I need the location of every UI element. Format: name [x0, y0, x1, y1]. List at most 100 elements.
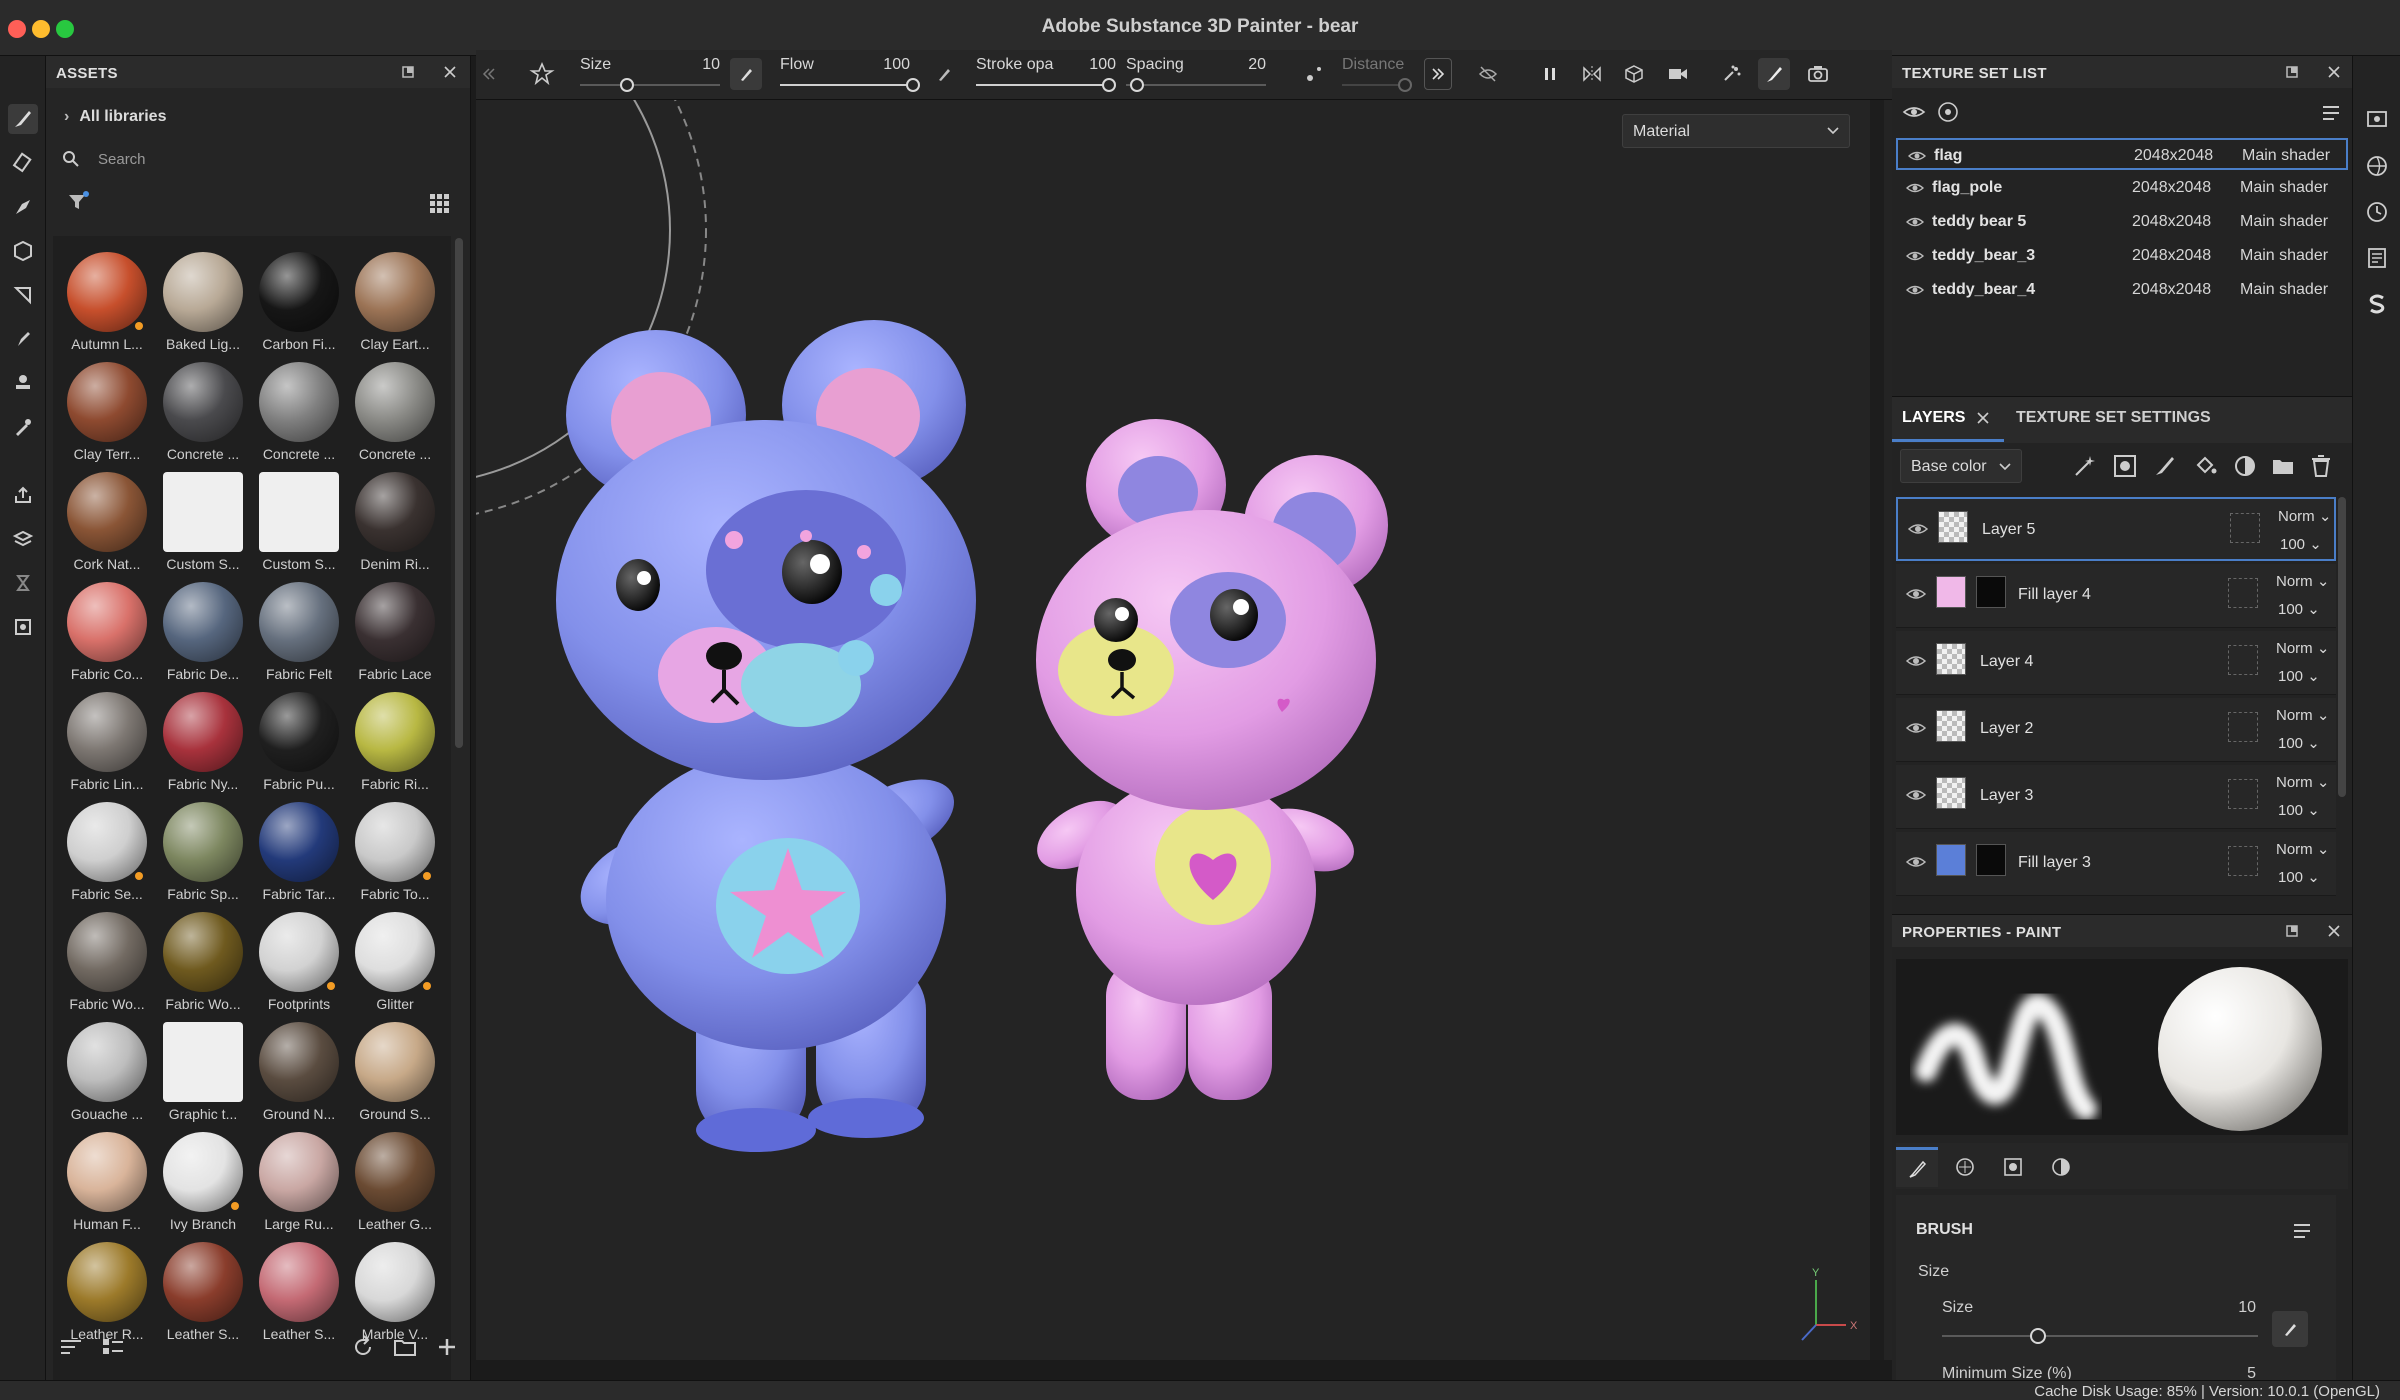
flow-slider[interactable]: Flow 100	[780, 54, 920, 96]
add-smart-material-icon[interactable]	[2232, 453, 2258, 479]
close-panel-icon[interactable]	[2324, 62, 2344, 82]
asset-tile[interactable]: Clay Terr...	[57, 356, 153, 466]
asset-tile[interactable]: Fabric Se...	[57, 796, 153, 906]
export-icon[interactable]	[8, 480, 38, 510]
alpha-tab-icon[interactable]	[1944, 1147, 1986, 1187]
hide-overlay-icon[interactable]	[1472, 58, 1504, 90]
layer-mask-slot[interactable]	[2228, 779, 2258, 809]
add-folder-icon[interactable]	[2270, 453, 2296, 479]
pause-icon[interactable]	[1534, 58, 1566, 90]
refresh-icon[interactable]	[350, 1334, 376, 1360]
blend-mode-dropdown[interactable]: Norm ⌄	[2276, 840, 2329, 858]
smudge-tool-icon[interactable]	[8, 280, 38, 310]
collapse-left-icon[interactable]	[478, 62, 500, 86]
channel-dropdown[interactable]: Base color	[1900, 449, 2022, 483]
add-fill-layer-icon[interactable]	[2192, 453, 2218, 479]
delete-layer-icon[interactable]	[2308, 453, 2334, 479]
layers-scrollbar[interactable]	[2338, 497, 2346, 797]
layer-row[interactable]: Layer 5 Norm ⌄ 100 ⌄	[1896, 497, 2336, 561]
blend-mode-dropdown[interactable]: Norm ⌄	[2276, 773, 2329, 791]
asset-tile[interactable]: Fabric To...	[345, 796, 441, 906]
asset-tile[interactable]: Fabric De...	[153, 576, 249, 686]
asset-tile[interactable]: Fabric Lace	[345, 576, 441, 686]
viewport-scrollbar[interactable]	[1870, 100, 1884, 1360]
asset-tile[interactable]: Concrete ...	[249, 356, 345, 466]
search-input[interactable]	[98, 148, 438, 170]
close-panel-icon[interactable]	[440, 62, 460, 82]
size-slider[interactable]: Size 10	[580, 54, 720, 96]
symmetry-icon[interactable]	[1576, 58, 1608, 90]
layer-mask-thumbnail[interactable]	[1976, 576, 2006, 608]
spacing-slider[interactable]: Spacing 20	[1126, 54, 1266, 96]
asset-tile[interactable]: Leather G...	[345, 1126, 441, 1236]
tab-texture-set-settings[interactable]: TEXTURE SET SETTINGS	[2016, 409, 2211, 427]
opacity-dropdown[interactable]: 100 ⌄	[2278, 868, 2320, 886]
alpha-shape-icon[interactable]	[526, 58, 558, 90]
layer-row[interactable]: Layer 4 Norm ⌄ 100 ⌄	[1896, 631, 2336, 695]
layer-row[interactable]: Layer 3 Norm ⌄ 100 ⌄	[1896, 765, 2336, 829]
eye-icon[interactable]	[1906, 854, 1926, 870]
texture-set-row[interactable]: teddy_bear_3 2048x2048 Main shader	[1896, 240, 2348, 272]
blend-mode-dropdown[interactable]: Norm ⌄	[2278, 507, 2331, 525]
brush-menu-icon[interactable]	[2292, 1221, 2314, 1243]
texture-set-row[interactable]: teddy_bear_4 2048x2048 Main shader	[1896, 274, 2348, 306]
asset-tile[interactable]: Fabric Co...	[57, 576, 153, 686]
eye-icon[interactable]	[1906, 249, 1924, 263]
close-tab-icon[interactable]	[1976, 411, 1992, 427]
asset-tile[interactable]: Large Ru...	[249, 1126, 345, 1236]
asset-tile[interactable]: Fabric Felt	[249, 576, 345, 686]
add-mask-icon[interactable]	[2112, 453, 2138, 479]
size-pen-pressure-icon[interactable]	[730, 58, 762, 90]
history-icon[interactable]	[2363, 198, 2391, 226]
visibility-settings-icon[interactable]	[1902, 100, 1926, 124]
bake-icon[interactable]	[8, 524, 38, 554]
asset-tile[interactable]: Custom S...	[249, 466, 345, 576]
lazy-mouse-icon[interactable]	[1298, 58, 1330, 90]
blend-mode-dropdown[interactable]: Norm ⌄	[2276, 639, 2329, 657]
camera-video-icon[interactable]	[1662, 58, 1694, 90]
asset-tile[interactable]: Fabric Lin...	[57, 686, 153, 796]
asset-tile[interactable]: Graphic t...	[153, 1016, 249, 1126]
asset-tile[interactable]: Human F...	[57, 1126, 153, 1236]
paint-tool-icon[interactable]	[8, 104, 38, 134]
detach-panel-icon[interactable]	[2282, 62, 2302, 82]
color-picker-icon[interactable]	[8, 412, 38, 442]
asset-tile[interactable]: Concrete ...	[345, 356, 441, 466]
expand-right-icon[interactable]	[1424, 58, 1452, 90]
asset-tile[interactable]: Fabric Tar...	[249, 796, 345, 906]
opacity-dropdown[interactable]: 100 ⌄	[2278, 600, 2320, 618]
particle-brush-icon[interactable]	[1716, 58, 1748, 90]
detach-panel-icon[interactable]	[398, 62, 418, 82]
viewer-settings-icon[interactable]	[8, 612, 38, 642]
environment-icon[interactable]	[2363, 152, 2391, 180]
asset-tile[interactable]: Ground N...	[249, 1016, 345, 1126]
layer-row[interactable]: Layer 2 Norm ⌄ 100 ⌄	[1896, 698, 2336, 762]
texture-set-row[interactable]: teddy bear 5 2048x2048 Main shader	[1896, 206, 2348, 238]
opacity-dropdown[interactable]: 100 ⌄	[2278, 734, 2320, 752]
asset-tile[interactable]: Ivy Branch	[153, 1126, 249, 1236]
libraries-breadcrumb[interactable]: › All libraries	[64, 108, 166, 126]
add-effect-icon[interactable]	[2072, 453, 2098, 479]
grid-view-icon[interactable]	[428, 192, 452, 216]
layer-mask-slot[interactable]	[2228, 645, 2258, 675]
solo-view-icon[interactable]	[1936, 100, 1960, 124]
asset-tile[interactable]: Autumn L...	[57, 246, 153, 356]
display-mode-icon[interactable]	[1618, 58, 1650, 90]
list-view-icon[interactable]	[100, 1334, 126, 1360]
eye-icon[interactable]	[1906, 653, 1926, 669]
hourglass-icon[interactable]	[8, 568, 38, 598]
blend-mode-dropdown[interactable]: Norm ⌄	[2276, 572, 2329, 590]
spacing-knob[interactable]	[1130, 78, 1144, 92]
eye-icon[interactable]	[1906, 787, 1926, 803]
folder-icon[interactable]	[392, 1334, 418, 1360]
asset-tile[interactable]: Fabric Sp...	[153, 796, 249, 906]
asset-tile[interactable]: Ground S...	[345, 1016, 441, 1126]
filter-icon[interactable]	[66, 190, 90, 214]
layer-mask-thumbnail[interactable]	[1976, 844, 2006, 876]
polygon-fill-icon[interactable]	[8, 236, 38, 266]
material-tab-icon[interactable]	[2040, 1147, 2082, 1187]
layer-mask-slot[interactable]	[2228, 712, 2258, 742]
eraser-tool-icon[interactable]	[8, 148, 38, 178]
asset-tile[interactable]: Concrete ...	[153, 356, 249, 466]
eye-icon[interactable]	[1906, 181, 1924, 195]
